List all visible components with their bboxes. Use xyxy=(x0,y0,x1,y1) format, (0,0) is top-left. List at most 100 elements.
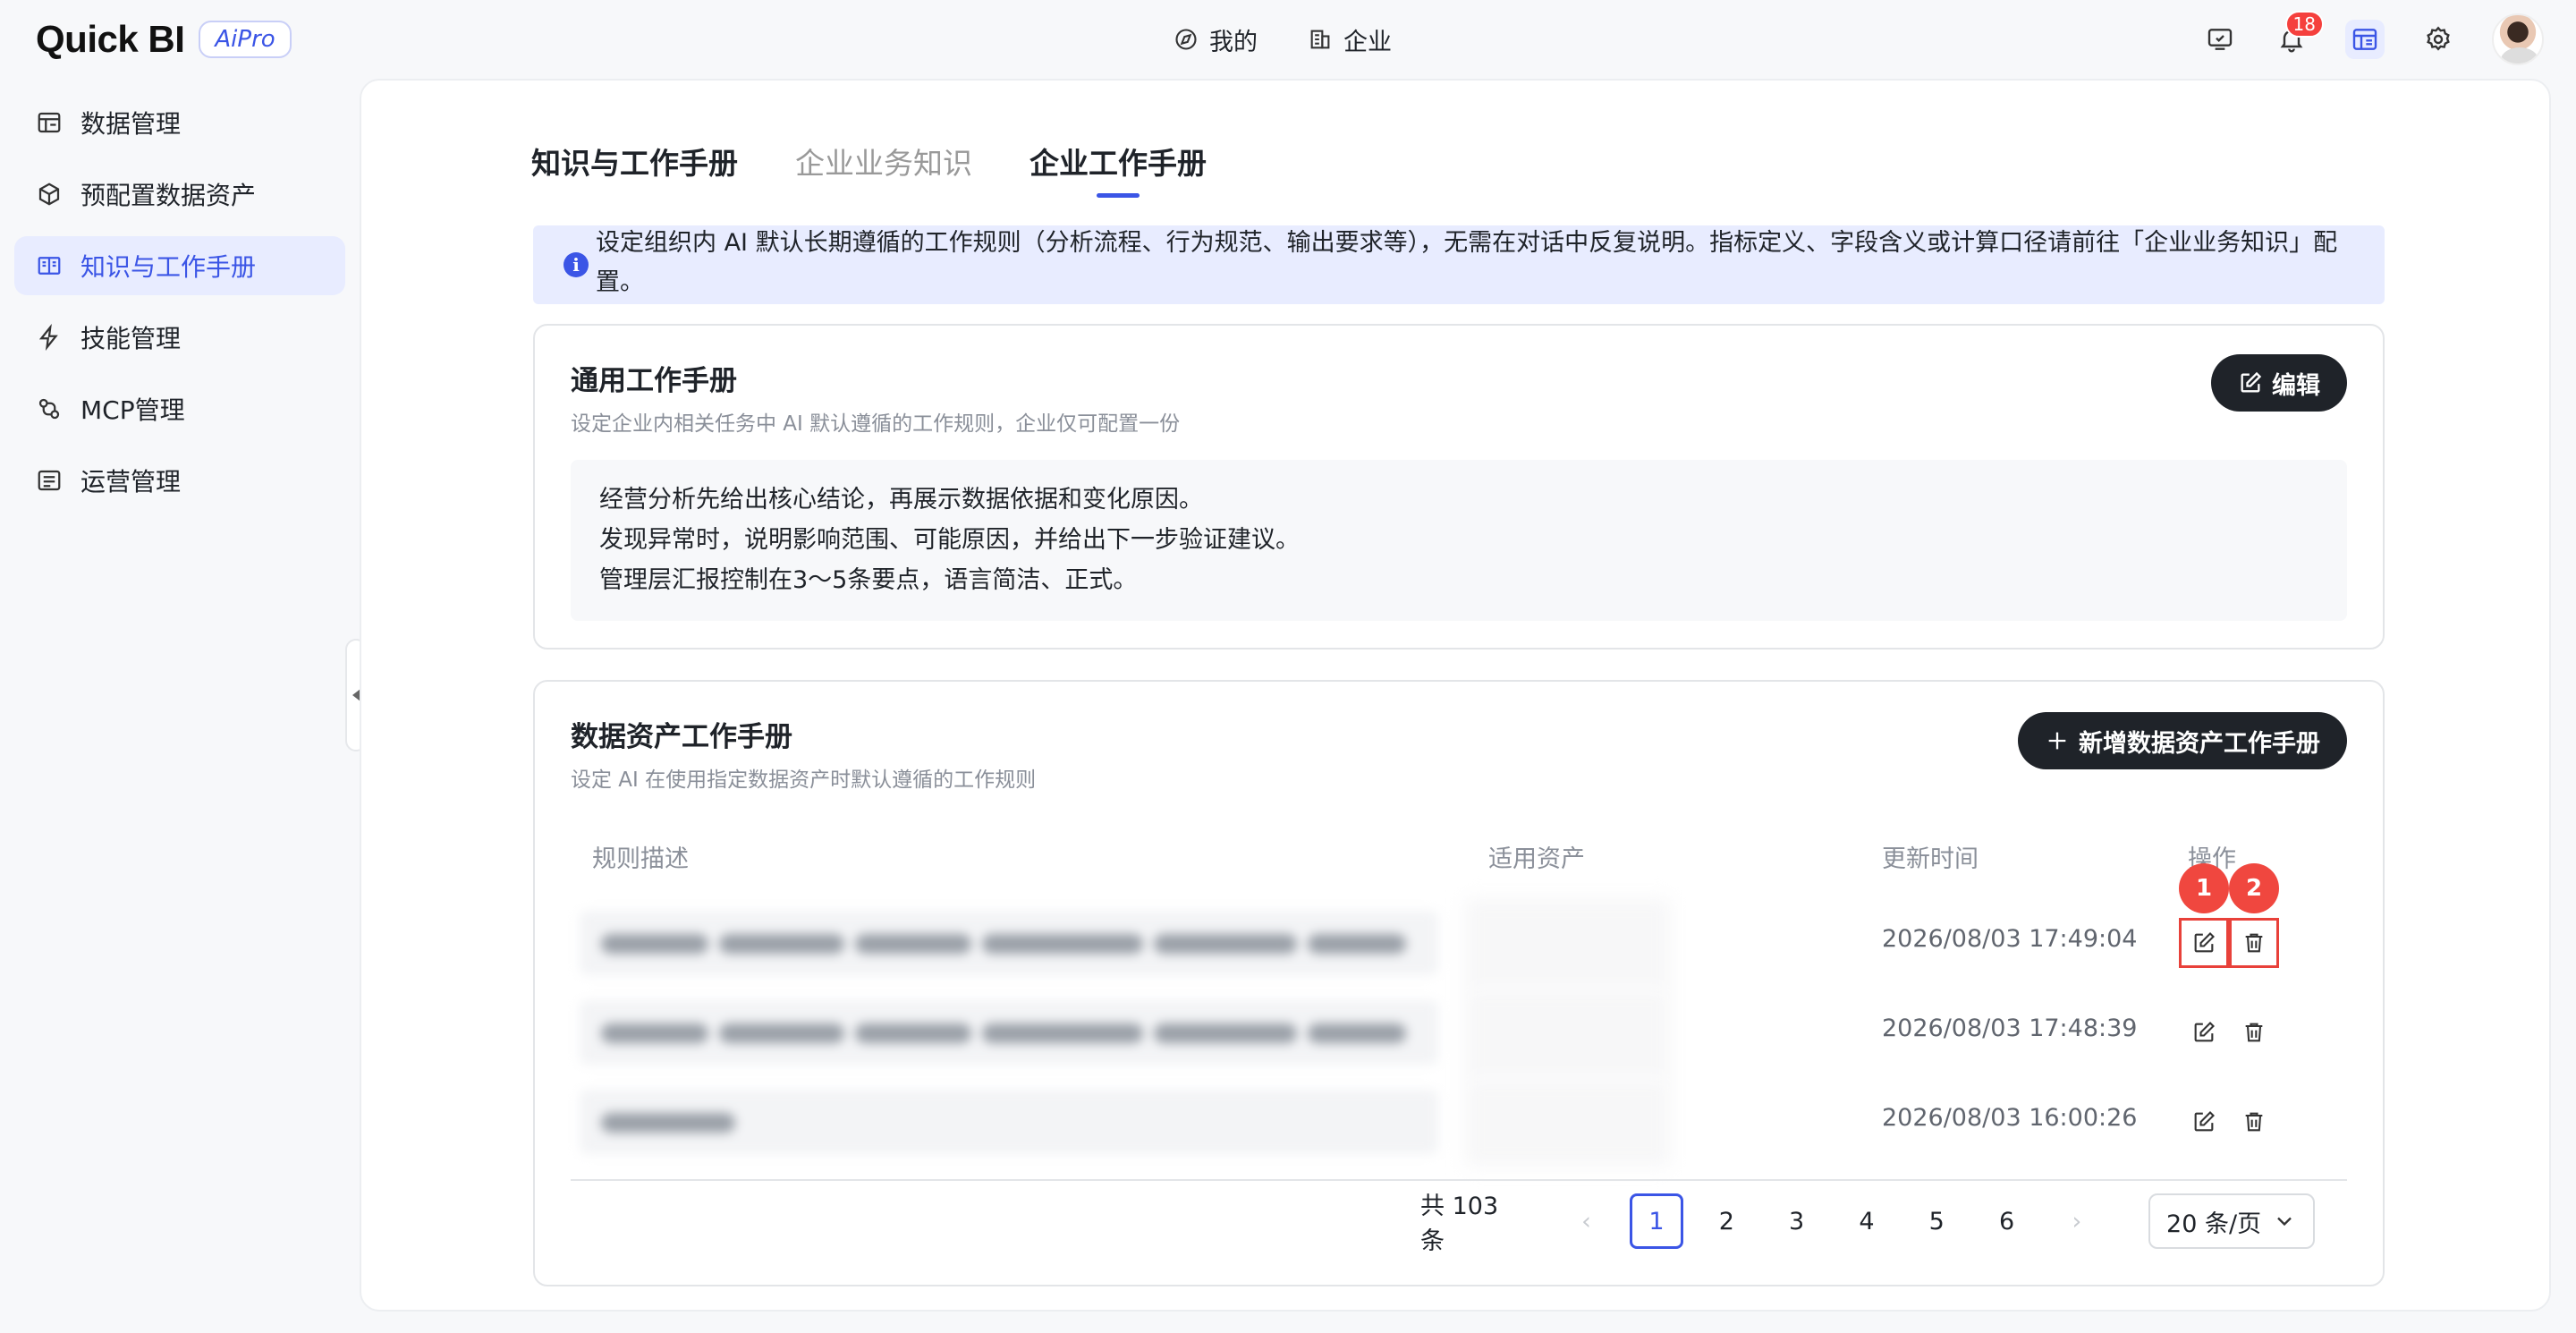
row-edit-button[interactable] xyxy=(2179,1007,2229,1057)
edit-button[interactable]: 编辑 xyxy=(2211,354,2347,412)
column-header-desc: 规则描述 xyxy=(592,845,689,873)
prev-page-button[interactable]: ‹ xyxy=(1559,1193,1613,1249)
workspace-button[interactable] xyxy=(2345,20,2385,59)
notification-button[interactable]: 18 xyxy=(2274,11,2324,57)
logo[interactable]: Quick BI AiPro xyxy=(36,16,292,63)
building-icon xyxy=(1310,30,1330,49)
plug-icon xyxy=(38,398,60,420)
row-actions xyxy=(2179,1007,2279,1057)
sidebar-item-label: 运营管理 xyxy=(80,467,182,497)
updated-time: 2026/08/03 16:00:26 xyxy=(1882,1104,2138,1132)
nav-enterprise-label: 企业 xyxy=(1343,28,1392,56)
rule-description-blurred xyxy=(580,1090,1438,1154)
sidebar-item-mcp[interactable]: MCP管理 xyxy=(14,379,345,438)
row-actions: 1 2 xyxy=(2179,863,2279,968)
page-button-5[interactable]: 5 xyxy=(1910,1193,1963,1249)
add-asset-manual-button[interactable]: 新增数据资产工作手册 xyxy=(2018,712,2347,769)
settings-button[interactable] xyxy=(2420,21,2456,57)
trash-icon xyxy=(2245,1112,2263,1132)
info-banner: i 设定组织内 AI 默认长期遵循的工作规则（分析流程、行为规范、输出要求等），… xyxy=(533,225,2385,304)
page-button-2[interactable]: 2 xyxy=(1699,1193,1753,1249)
rule-description-blurred xyxy=(580,911,1438,975)
general-rules-box: 经营分析先给出核心结论，再展示数据依据和变化原因。 发现异常时，说明影响范围、可… xyxy=(571,460,2347,621)
table-row[interactable]: 2026/08/03 17:49:04 1 2 xyxy=(571,863,2347,988)
row-delete-button[interactable]: 2 xyxy=(2229,863,2279,968)
info-icon: i xyxy=(564,252,589,277)
asset-manual-card: 数据资产工作手册 设定 AI 在使用指定数据资产时默认遵循的工作规则 新增数据资… xyxy=(533,680,2385,1286)
row-delete-button[interactable] xyxy=(2229,1097,2279,1147)
notification-count-badge: 18 xyxy=(2284,11,2324,38)
next-page-button[interactable]: › xyxy=(2050,1193,2104,1249)
trash-icon xyxy=(2245,1023,2263,1042)
sidebar-item-preset-assets[interactable]: 预配置数据资产 xyxy=(14,165,345,224)
rule-line: 发现异常时，说明影响范围、可能原因，并给出下一步验证建议。 xyxy=(599,526,1300,554)
row-edit-button[interactable] xyxy=(2179,1097,2229,1147)
page-button-6[interactable]: 6 xyxy=(1979,1193,2033,1249)
column-header-updated: 更新时间 xyxy=(1882,845,1979,873)
chevron-down-icon xyxy=(2277,1217,2292,1227)
rule-line: 管理层汇报控制在3～5条要点，语言简洁、正式。 xyxy=(599,566,1138,594)
tab-work-manual[interactable]: 企业工作手册 xyxy=(1030,140,1207,198)
sidebar-item-label: MCP管理 xyxy=(80,395,185,425)
main-panel: 知识与工作手册 企业业务知识 企业工作手册 i 设定组织内 AI 默认长期遵循的… xyxy=(360,79,2551,1312)
top-right-toolbar: 18 xyxy=(2202,11,2544,65)
rule-description-blurred xyxy=(580,1000,1438,1065)
book-icon xyxy=(38,257,61,275)
row-delete-button[interactable] xyxy=(2229,1007,2279,1057)
monitor-button[interactable] xyxy=(2202,21,2238,57)
tab-bar: 知识与工作手册 企业业务知识 企业工作手册 xyxy=(531,140,1207,202)
plus-icon xyxy=(2048,732,2066,750)
monitor-icon xyxy=(2207,29,2233,50)
info-text: 设定组织内 AI 默认长期遵循的工作规则（分析流程、行为规范、输出要求等），无需… xyxy=(596,229,2338,296)
sidebar: 数据管理 预配置数据资产 知识与工作手册 技能管理 MCP管理 运营管理 xyxy=(14,93,345,522)
top-nav: 我的 企业 xyxy=(1174,20,1392,59)
nav-enterprise[interactable]: 企业 xyxy=(1308,22,1392,57)
sidebar-item-data-management[interactable]: 数据管理 xyxy=(14,93,345,152)
table-row[interactable]: 2026/08/03 16:00:26 xyxy=(571,1077,2347,1167)
cube-icon xyxy=(38,183,60,206)
pagination: 共 103 条 ‹ 1 2 3 4 5 6 › 20 条/页 xyxy=(1420,1190,2315,1255)
page-title: 知识与工作手册 xyxy=(531,146,738,181)
sidebar-item-knowledge-manual[interactable]: 知识与工作手册 xyxy=(14,236,345,295)
sidebar-item-operations[interactable]: 运营管理 xyxy=(14,451,345,510)
nav-mine-label: 我的 xyxy=(1209,28,1258,56)
general-manual-title: 通用工作手册 xyxy=(571,365,737,397)
edition-badge: AiPro xyxy=(199,21,292,58)
edit-icon xyxy=(2241,371,2262,393)
table-row[interactable]: 2026/08/03 17:48:39 xyxy=(571,988,2347,1077)
updated-time: 2026/08/03 17:48:39 xyxy=(1882,1015,2138,1042)
page-button-3[interactable]: 3 xyxy=(1769,1193,1823,1249)
row-actions xyxy=(2179,1097,2279,1147)
top-bar: Quick BI AiPro 我的 企业 18 xyxy=(0,0,2576,79)
asset-blurred xyxy=(1465,898,1671,988)
nav-mine[interactable]: 我的 xyxy=(1174,22,1258,57)
page-size-select[interactable]: 20 条/页 xyxy=(2148,1193,2315,1249)
page-button-4[interactable]: 4 xyxy=(1840,1193,1894,1249)
page-button-1[interactable]: 1 xyxy=(1629,1193,1684,1249)
brand-name: Quick BI xyxy=(36,18,185,60)
annotation-marker-2: 2 xyxy=(2229,863,2279,913)
compass-icon xyxy=(1175,29,1197,50)
gear-icon xyxy=(2427,26,2450,51)
edit-icon xyxy=(2194,1111,2215,1132)
sidebar-item-label: 预配置数据资产 xyxy=(80,181,257,210)
row-edit-button[interactable]: 1 xyxy=(2179,863,2229,968)
workspace-icon xyxy=(2352,29,2377,50)
tab-business-knowledge[interactable]: 企业业务知识 xyxy=(795,140,972,183)
lightning-icon xyxy=(38,324,58,351)
asset-manual-subtitle: 设定 AI 在使用指定数据资产时默认遵循的工作规则 xyxy=(571,768,1037,792)
sidebar-item-label: 数据管理 xyxy=(80,109,182,139)
edit-icon xyxy=(2194,932,2215,953)
sidebar-item-label: 技能管理 xyxy=(80,324,182,353)
user-avatar[interactable] xyxy=(2492,13,2544,65)
rule-line: 经营分析先给出核心结论，再展示数据依据和变化原因。 xyxy=(599,486,1203,514)
add-asset-manual-label: 新增数据资产工作手册 xyxy=(2079,729,2320,758)
table-divider xyxy=(571,1179,2347,1181)
general-manual-subtitle: 设定企业内相关任务中 AI 默认遵循的工作规则，企业仅可配置一份 xyxy=(571,412,1181,436)
trash-icon xyxy=(2245,933,2263,953)
sidebar-item-skills[interactable]: 技能管理 xyxy=(14,308,345,367)
updated-time: 2026/08/03 17:49:04 xyxy=(1882,925,2138,953)
asset-manual-title: 数据资产工作手册 xyxy=(571,721,792,753)
pagination-total: 共 103 条 xyxy=(1420,1193,1499,1255)
column-header-asset: 适用资产 xyxy=(1488,845,1585,873)
